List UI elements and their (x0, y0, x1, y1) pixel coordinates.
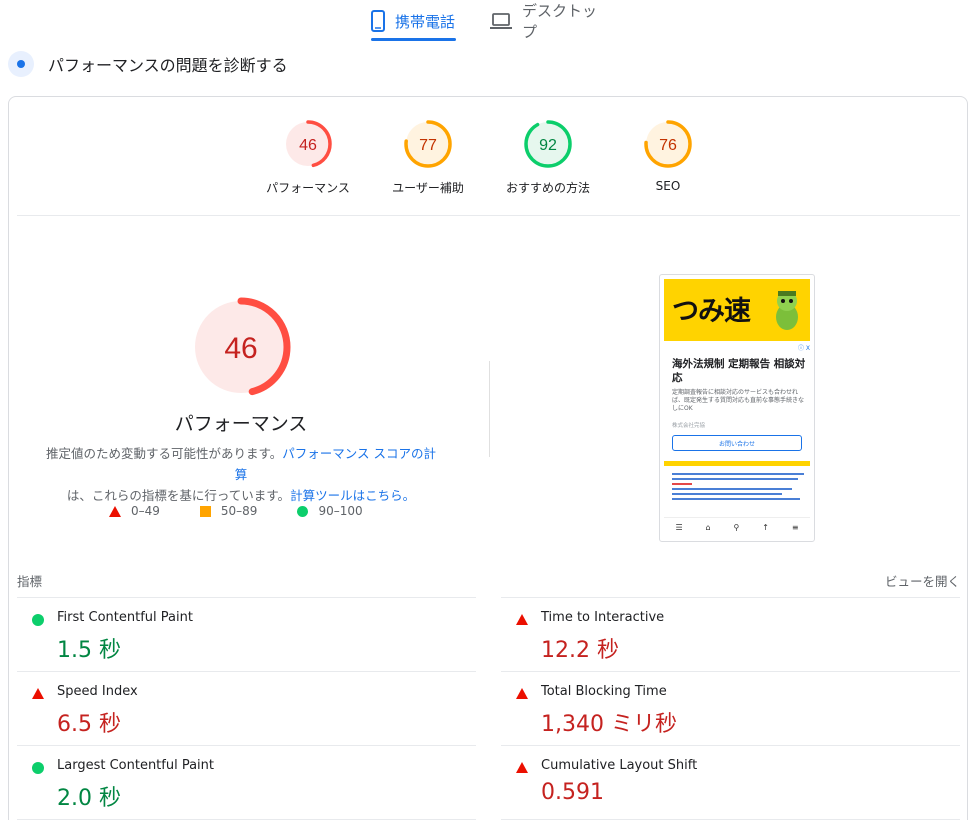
vertical-divider (489, 361, 490, 457)
tab-mobile[interactable]: 携帯電話 (371, 0, 456, 42)
smartphone-icon (371, 10, 385, 32)
metric-cls-value: 0.591 (541, 780, 604, 805)
metric-tbt: Total Blocking Time 1,340 ミリ秒 (501, 671, 960, 745)
diagnose-title: パフォーマンスの問題を診断する (48, 56, 288, 75)
ad-title: 海外法規制 定期報告 相談対応 (672, 358, 806, 384)
metrics-title: 指標 (17, 574, 43, 589)
device-tabs: 携帯電話 デスクトップ (0, 0, 970, 44)
site-separator (664, 461, 810, 466)
pass-circle-icon (32, 614, 44, 626)
mascot-icon (776, 291, 798, 330)
metric-si-name: Speed Index (57, 684, 138, 699)
metric-tti: Time to Interactive 12.2 秒 (501, 597, 960, 671)
performance-description: 推定値のため変動する可能性があります。パフォーマンス スコアの計算 は、これらの… (41, 443, 441, 506)
performance-big-gauge: 46 (191, 297, 291, 397)
gauge-performance[interactable]: 46 パフォーマンス (253, 119, 363, 196)
metric-lcp-name: Largest Contentful Paint (57, 758, 215, 773)
legend-fail-label: 0–49 (131, 504, 160, 518)
metric-cls-name: Cumulative Layout Shift (541, 758, 698, 773)
pass-circle-icon (32, 762, 44, 774)
ad-contact-button: お問い合わせ (672, 435, 802, 451)
legend-average: 50–89 (199, 504, 258, 518)
metric-si-value: 6.5 秒 (57, 712, 121, 737)
metric-tti-name: Time to Interactive (541, 610, 665, 625)
gauge-accessibility-label: ユーザー補助 (392, 181, 464, 195)
site-bottom-nav: ☰ ⌂ ⚲ ↑ ≡ (664, 517, 810, 537)
tab-desktop[interactable]: デスクトップ (490, 0, 610, 42)
tab-mobile-label: 携帯電話 (395, 12, 456, 31)
desc-text-2: は、これらの指標を基に行っています。 (66, 488, 291, 503)
fail-triangle-icon (32, 688, 44, 699)
tab-desktop-label: デスクトップ (522, 2, 598, 41)
legend-average-label: 50–89 (220, 504, 258, 518)
gauge-best-practices-label: おすすめの方法 (505, 181, 590, 195)
site-logo: つみ速 (672, 296, 751, 327)
gauge-seo-ring: 76 (644, 120, 692, 168)
metric-tbt-name: Total Blocking Time (541, 684, 667, 699)
legend-pass: 90–100 (297, 504, 363, 518)
home-icon: ⌂ (705, 523, 711, 532)
gauge-accessibility-ring: 77 (404, 120, 452, 168)
section-divider (17, 215, 960, 216)
news-links (672, 473, 810, 503)
metric-fcp: First Contentful Paint 1.5 秒 (17, 597, 476, 671)
fail-triangle-icon (516, 762, 528, 773)
svg-text:76: 76 (659, 137, 677, 154)
gauge-performance-label: パフォーマンス (266, 181, 350, 195)
average-square-icon (199, 505, 211, 517)
metric-cls: Cumulative Layout Shift 0.591 (501, 745, 960, 819)
metric-fcp-name: First Contentful Paint (57, 610, 193, 625)
svg-text:92: 92 (539, 137, 557, 154)
legend-fail: 0–49 (109, 504, 160, 518)
metric-lcp: Largest Contentful Paint 2.0 秒 (17, 745, 476, 819)
svg-text:46: 46 (299, 137, 317, 154)
metric-lcp-value: 2.0 秒 (57, 786, 121, 811)
metric-tbt-value: 1,340 ミリ秒 (541, 712, 677, 737)
search-icon: ⚲ (733, 523, 740, 532)
expand-view-toggle[interactable]: ビューを開く (885, 571, 960, 590)
gauge-performance-ring: 46 (284, 120, 332, 168)
metrics-header: 指標 ビューを開く (17, 571, 960, 591)
pass-circle-icon (297, 505, 309, 517)
gauge-best-practices-ring: 92 (524, 120, 572, 168)
fail-triangle-icon (516, 614, 528, 625)
performance-big-score: 46 (224, 332, 257, 365)
list-icon: ≡ (791, 523, 799, 532)
gauge-accessibility[interactable]: 77 ユーザー補助 (373, 119, 483, 196)
fail-triangle-icon (516, 688, 528, 699)
gauge-seo[interactable]: 76 SEO (613, 119, 723, 193)
ad-choices-icon: ⓘ X (798, 345, 811, 352)
active-tab-indicator (371, 38, 456, 41)
legend-pass-label: 90–100 (318, 504, 363, 518)
ad-text: 定期調査報告に相談対応のサービスも合わせれば、既定発生する質問対応も直前な事態手… (672, 389, 805, 412)
laptop-icon (490, 13, 512, 29)
site-banner: つみ速 (664, 279, 810, 341)
calculator-link[interactable]: 計算ツールはこちら。 (290, 488, 415, 503)
performance-title: パフォーマンス (174, 413, 308, 435)
category-gauges: 46 パフォーマンス 77 ユーザー補助 92 おすすめの方法 76 SEO (9, 119, 969, 199)
diagnose-header: パフォーマンスの問題を診断する (8, 48, 288, 80)
metric-fcp-value: 1.5 秒 (57, 638, 121, 663)
metric-tti-value: 12.2 秒 (541, 638, 619, 663)
ad-company: 株式会社完協 (672, 423, 706, 429)
gauge-best-practices[interactable]: 92 おすすめの方法 (493, 119, 603, 196)
svg-text:77: 77 (419, 137, 437, 154)
menu-icon: ☰ (675, 523, 683, 532)
fail-triangle-icon (109, 505, 121, 517)
final-screenshot[interactable]: つみ速 ⓘ X 海外法規制 定期報告 相談対応 定期調査報告に相談対応のサービス… (659, 274, 815, 542)
desc-text-1: 推定値のため変動する可能性があります。 (46, 446, 283, 461)
report-card: 46 パフォーマンス 77 ユーザー補助 92 おすすめの方法 76 SEO 4… (8, 96, 968, 820)
gauge-seo-label: SEO (655, 179, 681, 193)
metric-speed-index: Speed Index 6.5 秒 (17, 671, 476, 745)
lab-data-icon (8, 51, 34, 77)
arrow-up-icon: ↑ (762, 523, 769, 532)
score-legend: 0–49 50–89 90–100 (109, 503, 403, 519)
